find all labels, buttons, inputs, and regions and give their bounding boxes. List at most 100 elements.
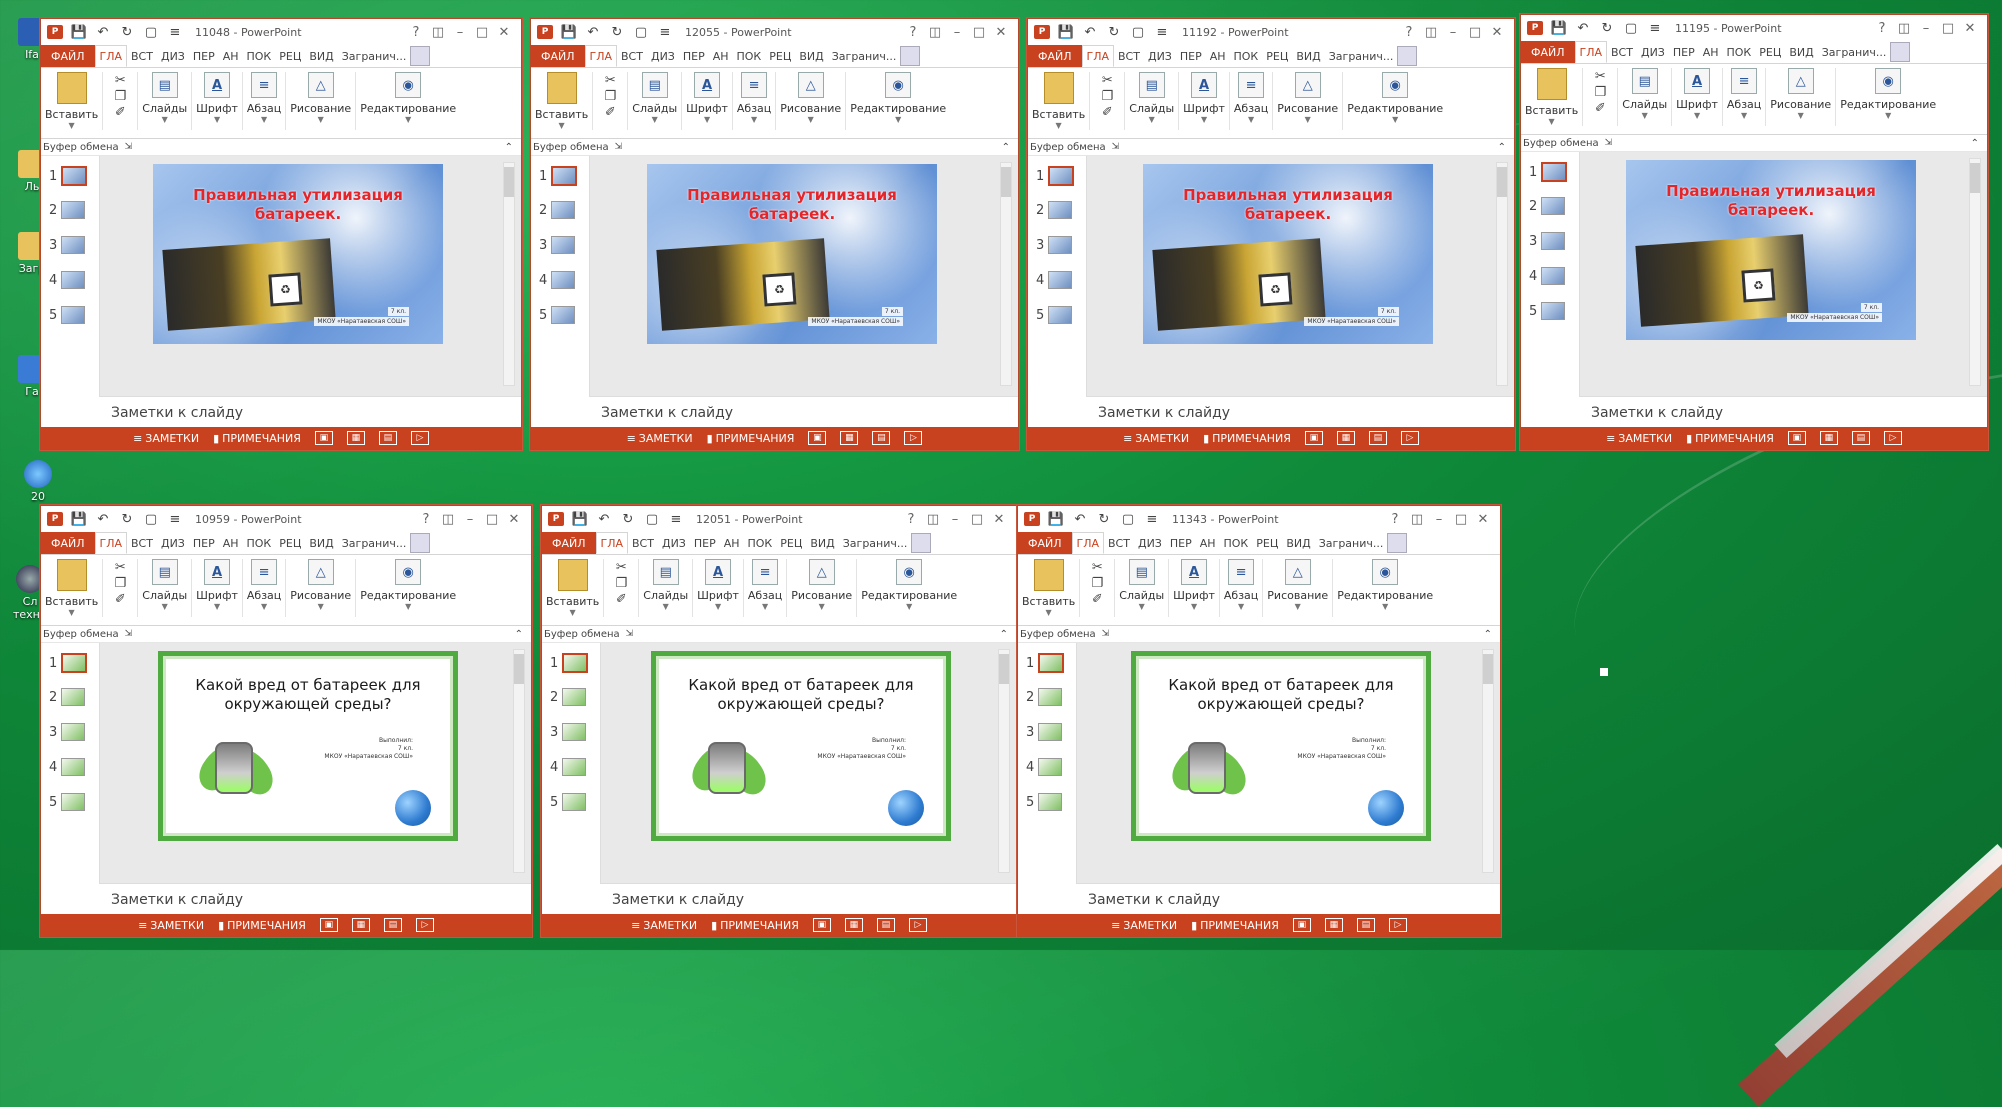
tab-review[interactable]: РЕЦ bbox=[1252, 532, 1282, 554]
minimize-icon[interactable]: – bbox=[1428, 512, 1450, 527]
collapse-ribbon-icon[interactable]: ⌃ bbox=[1484, 629, 1492, 640]
slide-canvas[interactable]: Какой вред от батареек для окружающей ср… bbox=[158, 651, 458, 841]
slide-thumbnail[interactable]: 3 bbox=[1529, 232, 1565, 250]
slides-button[interactable]: ▤ Слайды ▼ bbox=[138, 559, 193, 617]
scrollbar-thumb[interactable] bbox=[1970, 163, 1980, 193]
help-icon[interactable]: ? bbox=[1871, 21, 1893, 36]
slideshow-icon[interactable]: ▷ bbox=[908, 918, 927, 932]
help-icon[interactable]: ? bbox=[415, 512, 437, 527]
paragraph-button[interactable]: ≡ Абзац ▼ bbox=[1230, 72, 1274, 130]
tab-design[interactable]: ДИЗ bbox=[658, 532, 690, 554]
dialog-launcher-icon[interactable]: ⇲ bbox=[125, 629, 133, 639]
font-button[interactable]: A Шрифт ▼ bbox=[192, 559, 243, 617]
drawing-button[interactable]: △ Рисование ▼ bbox=[787, 559, 858, 617]
comments-button[interactable]: ▮ ПРИМЕЧАНИЯ bbox=[711, 919, 799, 932]
normal-view-icon[interactable]: ▣ bbox=[1304, 431, 1323, 445]
format-painter-icon[interactable]: ✐ bbox=[112, 104, 128, 120]
scrollbar-thumb[interactable] bbox=[1497, 167, 1507, 197]
customize-qat-icon[interactable]: ≡ bbox=[657, 24, 673, 40]
cut-icon[interactable]: ✂ bbox=[112, 72, 128, 88]
copy-icon[interactable]: ❐ bbox=[112, 575, 128, 591]
slide-thumbnail[interactable]: 5 bbox=[49, 306, 85, 324]
tab-insert[interactable]: ВСТ bbox=[628, 532, 658, 554]
tab-home[interactable]: ГЛА bbox=[1574, 41, 1608, 63]
slide-sorter-icon[interactable]: ▦ bbox=[1819, 431, 1838, 445]
tab-slideshow[interactable]: ПОК bbox=[1723, 41, 1756, 63]
powerpoint-window[interactable]: P 💾 ↶ ↻ ▢ ≡ 12051 - PowerPoint ? ◫ – □ ✕… bbox=[541, 505, 1017, 937]
slide-thumbnail[interactable]: 3 bbox=[539, 236, 575, 254]
redo-icon[interactable]: ↻ bbox=[1106, 24, 1122, 40]
collapse-ribbon-icon[interactable]: ⌃ bbox=[1971, 138, 1979, 149]
font-button[interactable]: A Шрифт ▼ bbox=[693, 559, 744, 617]
collapse-ribbon-icon[interactable]: ⌃ bbox=[1002, 142, 1010, 153]
paste-button[interactable]: Вставить ▼ bbox=[41, 559, 104, 617]
tab-slideshow[interactable]: ПОК bbox=[243, 45, 276, 67]
tab-transitions[interactable]: ПЕР bbox=[189, 45, 219, 67]
slide-thumbnail[interactable]: 3 bbox=[49, 236, 85, 254]
tab-review[interactable]: РЕЦ bbox=[275, 532, 305, 554]
slide-thumbnail[interactable]: 3 bbox=[1026, 723, 1062, 741]
undo-icon[interactable]: ↶ bbox=[1575, 20, 1591, 36]
reading-view-icon[interactable]: ▤ bbox=[1356, 918, 1375, 932]
slideshow-icon[interactable]: ▷ bbox=[904, 431, 923, 445]
slide-thumbnail[interactable]: 1 bbox=[1529, 162, 1567, 182]
dialog-launcher-icon[interactable]: ⇲ bbox=[1605, 138, 1613, 148]
account-menu[interactable]: Загранич... bbox=[338, 532, 531, 554]
format-painter-icon[interactable]: ✐ bbox=[1099, 104, 1115, 120]
format-painter-icon[interactable]: ✐ bbox=[602, 104, 618, 120]
vertical-scrollbar[interactable] bbox=[1496, 162, 1508, 386]
slide-thumbnail[interactable]: 4 bbox=[1026, 758, 1062, 776]
comments-button[interactable]: ▮ ПРИМЕЧАНИЯ bbox=[1191, 919, 1279, 932]
copy-icon[interactable]: ❐ bbox=[613, 575, 629, 591]
close-icon[interactable]: ✕ bbox=[990, 25, 1012, 40]
customize-qat-icon[interactable]: ≡ bbox=[167, 24, 183, 40]
slides-button[interactable]: ▤ Слайды ▼ bbox=[628, 72, 683, 130]
ribbon-display-icon[interactable]: ◫ bbox=[1420, 25, 1442, 40]
slideshow-start-icon[interactable]: ▢ bbox=[1623, 20, 1639, 36]
slide-canvas[interactable]: Правильная утилизация батареек. ♻ МКОУ «… bbox=[647, 164, 937, 344]
tab-animations[interactable]: АН bbox=[720, 532, 744, 554]
cut-icon[interactable]: ✂ bbox=[1099, 72, 1115, 88]
tab-slideshow[interactable]: ПОК bbox=[733, 45, 766, 67]
save-icon[interactable]: 💾 bbox=[1058, 24, 1074, 40]
tab-file[interactable]: ФАЙЛ bbox=[542, 532, 596, 554]
format-painter-icon[interactable]: ✐ bbox=[1592, 100, 1608, 116]
slide-thumbnail[interactable]: 4 bbox=[539, 271, 575, 289]
drawing-button[interactable]: △ Рисование ▼ bbox=[1263, 559, 1334, 617]
powerpoint-window[interactable]: P 💾 ↶ ↻ ▢ ≡ 11343 - PowerPoint ? ◫ – □ ✕… bbox=[1017, 505, 1501, 937]
help-icon[interactable]: ? bbox=[1384, 512, 1406, 527]
dialog-launcher-icon[interactable]: ⇲ bbox=[125, 142, 133, 152]
tab-transitions[interactable]: ПЕР bbox=[690, 532, 720, 554]
tab-animations[interactable]: АН bbox=[1699, 41, 1723, 63]
normal-view-icon[interactable]: ▣ bbox=[1787, 431, 1806, 445]
drawing-button[interactable]: △ Рисование ▼ bbox=[286, 559, 357, 617]
tab-file[interactable]: ФАЙЛ bbox=[1018, 532, 1072, 554]
notes-button[interactable]: ≡ ЗАМЕТКИ bbox=[1123, 432, 1189, 445]
slide-thumbnail[interactable]: 3 bbox=[550, 723, 586, 741]
slideshow-icon[interactable]: ▷ bbox=[410, 431, 429, 445]
tab-insert[interactable]: ВСТ bbox=[127, 532, 157, 554]
font-button[interactable]: A Шрифт ▼ bbox=[682, 72, 733, 130]
slideshow-start-icon[interactable]: ▢ bbox=[1120, 511, 1136, 527]
tab-home[interactable]: ГЛА bbox=[1081, 45, 1115, 67]
maximize-icon[interactable]: □ bbox=[481, 512, 503, 527]
save-icon[interactable]: 💾 bbox=[1048, 511, 1064, 527]
normal-view-icon[interactable]: ▣ bbox=[812, 918, 831, 932]
cut-icon[interactable]: ✂ bbox=[1089, 559, 1105, 575]
undo-icon[interactable]: ↶ bbox=[596, 511, 612, 527]
slideshow-start-icon[interactable]: ▢ bbox=[143, 24, 159, 40]
tab-review[interactable]: РЕЦ bbox=[275, 45, 305, 67]
minimize-icon[interactable]: – bbox=[946, 25, 968, 40]
ribbon-display-icon[interactable]: ◫ bbox=[437, 512, 459, 527]
tab-design[interactable]: ДИЗ bbox=[1637, 41, 1669, 63]
account-menu[interactable]: Загранич... bbox=[828, 45, 1018, 67]
close-icon[interactable]: ✕ bbox=[988, 512, 1010, 527]
slide-sorter-icon[interactable]: ▦ bbox=[1324, 918, 1343, 932]
save-icon[interactable]: 💾 bbox=[71, 24, 87, 40]
vertical-scrollbar[interactable] bbox=[998, 649, 1010, 873]
ribbon-display-icon[interactable]: ◫ bbox=[427, 25, 449, 40]
paste-button[interactable]: Вставить ▼ bbox=[542, 559, 605, 617]
paste-button[interactable]: Вставить ▼ bbox=[41, 72, 104, 130]
save-icon[interactable]: 💾 bbox=[572, 511, 588, 527]
redo-icon[interactable]: ↻ bbox=[1599, 20, 1615, 36]
